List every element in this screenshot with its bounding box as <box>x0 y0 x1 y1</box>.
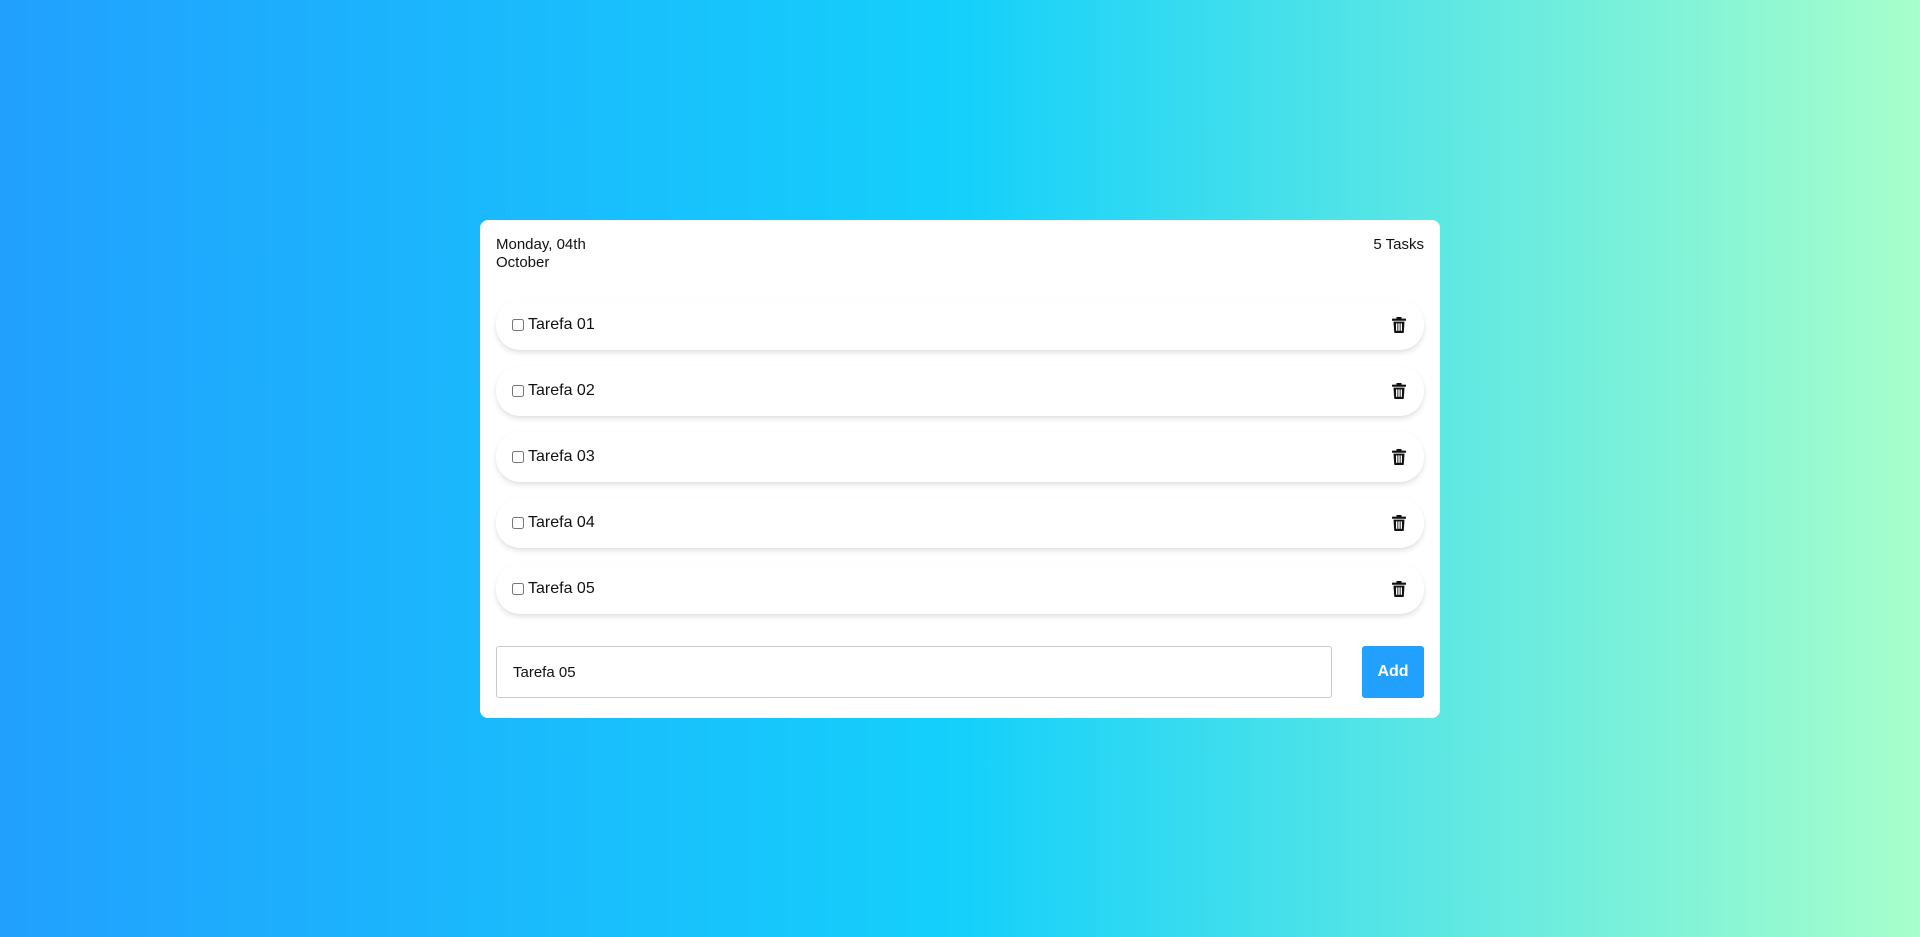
task-item: Tarefa 04 <box>496 498 1424 548</box>
task-checkbox[interactable] <box>512 517 524 529</box>
delete-task-button[interactable] <box>1388 446 1410 468</box>
add-task-button[interactable]: Add <box>1362 646 1424 698</box>
task-list: Tarefa 01 Tarefa 02 Tarefa 03 Tarefa 04 … <box>496 300 1424 614</box>
task-item: Tarefa 05 <box>496 564 1424 614</box>
delete-task-button[interactable] <box>1388 578 1410 600</box>
task-checkbox[interactable] <box>512 451 524 463</box>
task-checkbox[interactable] <box>512 583 524 595</box>
task-label: Tarefa 01 <box>528 316 595 333</box>
card-header: Monday, 04th October 5 Tasks <box>496 236 1424 290</box>
task-label: Tarefa 04 <box>528 514 595 531</box>
task-label: Tarefa 02 <box>528 382 595 399</box>
trash-icon <box>1392 383 1406 399</box>
trash-icon <box>1392 449 1406 465</box>
trash-icon <box>1392 317 1406 333</box>
new-task-input[interactable] <box>496 646 1332 698</box>
trash-icon <box>1392 581 1406 597</box>
current-date: Monday, 04th October <box>496 236 586 271</box>
delete-task-button[interactable] <box>1388 380 1410 402</box>
task-checkbox[interactable] <box>512 319 524 331</box>
task-item: Tarefa 01 <box>496 300 1424 350</box>
trash-icon <box>1392 515 1406 531</box>
task-count: 5 Tasks <box>1373 236 1424 253</box>
delete-task-button[interactable] <box>1388 314 1410 336</box>
task-label: Tarefa 05 <box>528 580 595 597</box>
task-item: Tarefa 03 <box>496 432 1424 482</box>
task-label: Tarefa 03 <box>528 448 595 465</box>
todo-card: Monday, 04th October 5 Tasks Tarefa 01 T… <box>480 220 1440 718</box>
task-checkbox[interactable] <box>512 385 524 397</box>
task-item: Tarefa 02 <box>496 366 1424 416</box>
delete-task-button[interactable] <box>1388 512 1410 534</box>
add-task-form: Add <box>496 646 1424 698</box>
